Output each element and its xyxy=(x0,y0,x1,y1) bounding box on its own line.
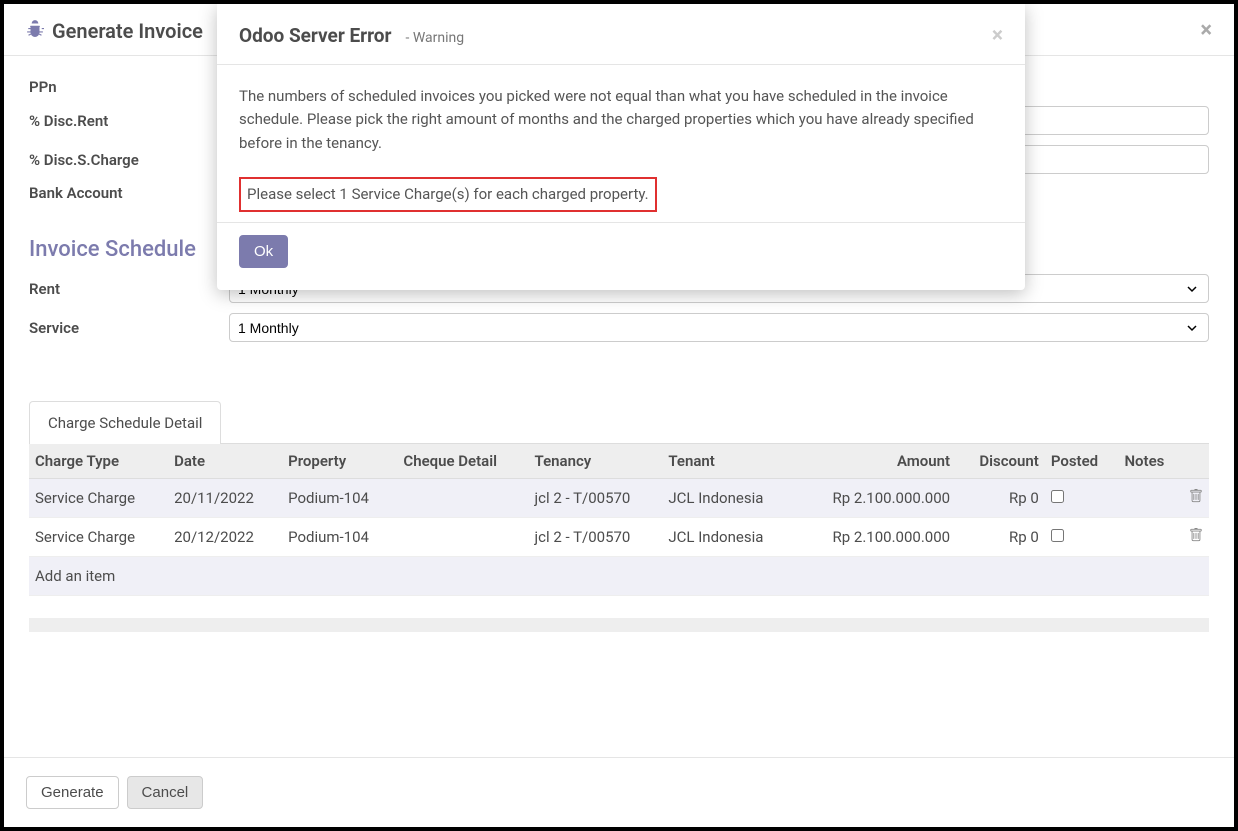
posted-checkbox[interactable] xyxy=(1051,490,1064,503)
cell-cheque xyxy=(397,518,528,557)
charge-table: Charge Type Date Property Cheque Detail … xyxy=(29,443,1209,596)
cell-notes xyxy=(1118,518,1183,557)
col-charge-type: Charge Type xyxy=(29,444,168,479)
rent-label: Rent xyxy=(29,280,229,298)
cell-date: 20/12/2022 xyxy=(168,518,282,557)
grey-bar xyxy=(29,618,1209,632)
cell-charge-type: Service Charge xyxy=(29,518,168,557)
cell-amount: Rp 2.100.000.000 xyxy=(795,518,956,557)
bank-account-label: Bank Account xyxy=(29,184,229,202)
cell-tenant: JCL Indonesia xyxy=(662,518,795,557)
tab-charge-schedule[interactable]: Charge Schedule Detail xyxy=(29,401,221,444)
col-discount: Discount xyxy=(956,444,1045,479)
cancel-button[interactable]: Cancel xyxy=(127,776,204,809)
col-tenancy: Tenancy xyxy=(529,444,663,479)
col-property: Property xyxy=(282,444,397,479)
cell-date: 20/11/2022 xyxy=(168,479,282,518)
modal-close-icon[interactable]: × xyxy=(992,24,1003,48)
main-footer: Generate Cancel xyxy=(4,757,1234,827)
bug-icon xyxy=(26,19,44,42)
ppn-label: PPn xyxy=(29,78,229,96)
modal-title: Odoo Server Error xyxy=(239,24,392,47)
cell-cheque xyxy=(397,479,528,518)
ok-button[interactable]: Ok xyxy=(239,235,288,268)
disc-scharge-label: % Disc.S.Charge xyxy=(29,151,229,169)
cell-discount: Rp 0 xyxy=(956,479,1045,518)
error-modal: Odoo Server Error - Warning × The number… xyxy=(217,4,1025,290)
cell-posted xyxy=(1045,518,1119,557)
page-title: Generate Invoice xyxy=(52,19,203,43)
col-tenant: Tenant xyxy=(662,444,795,479)
cell-property: Podium-104 xyxy=(282,518,397,557)
col-posted: Posted xyxy=(1045,444,1119,479)
disc-rent-label: % Disc.Rent xyxy=(29,112,229,130)
service-label: Service xyxy=(29,319,229,337)
posted-checkbox[interactable] xyxy=(1051,529,1064,542)
cell-tenancy: jcl 2 - T/00570 xyxy=(529,479,663,518)
cell-tenancy: jcl 2 - T/00570 xyxy=(529,518,663,557)
trash-icon[interactable] xyxy=(1189,489,1203,507)
close-icon[interactable]: × xyxy=(1200,18,1212,43)
modal-message: The numbers of scheduled invoices you pi… xyxy=(239,85,1003,155)
generate-button[interactable]: Generate xyxy=(26,776,119,809)
modal-highlight: Please select 1 Service Charge(s) for ea… xyxy=(239,177,657,212)
add-item-link[interactable]: Add an item xyxy=(29,557,1209,596)
modal-subtitle: - Warning xyxy=(406,30,465,46)
col-notes: Notes xyxy=(1118,444,1183,479)
cell-tenant: JCL Indonesia xyxy=(662,479,795,518)
cell-charge-type: Service Charge xyxy=(29,479,168,518)
cell-amount: Rp 2.100.000.000 xyxy=(795,479,956,518)
col-amount: Amount xyxy=(795,444,956,479)
cell-posted xyxy=(1045,479,1119,518)
cell-property: Podium-104 xyxy=(282,479,397,518)
cell-discount: Rp 0 xyxy=(956,518,1045,557)
table-row[interactable]: Service Charge 20/12/2022 Podium-104 jcl… xyxy=(29,518,1209,557)
cell-notes xyxy=(1118,479,1183,518)
col-date: Date xyxy=(168,444,282,479)
col-cheque: Cheque Detail xyxy=(397,444,528,479)
trash-icon[interactable] xyxy=(1189,528,1203,546)
table-row[interactable]: Service Charge 20/11/2022 Podium-104 jcl… xyxy=(29,479,1209,518)
service-select[interactable]: 1 Monthly xyxy=(229,313,1209,342)
